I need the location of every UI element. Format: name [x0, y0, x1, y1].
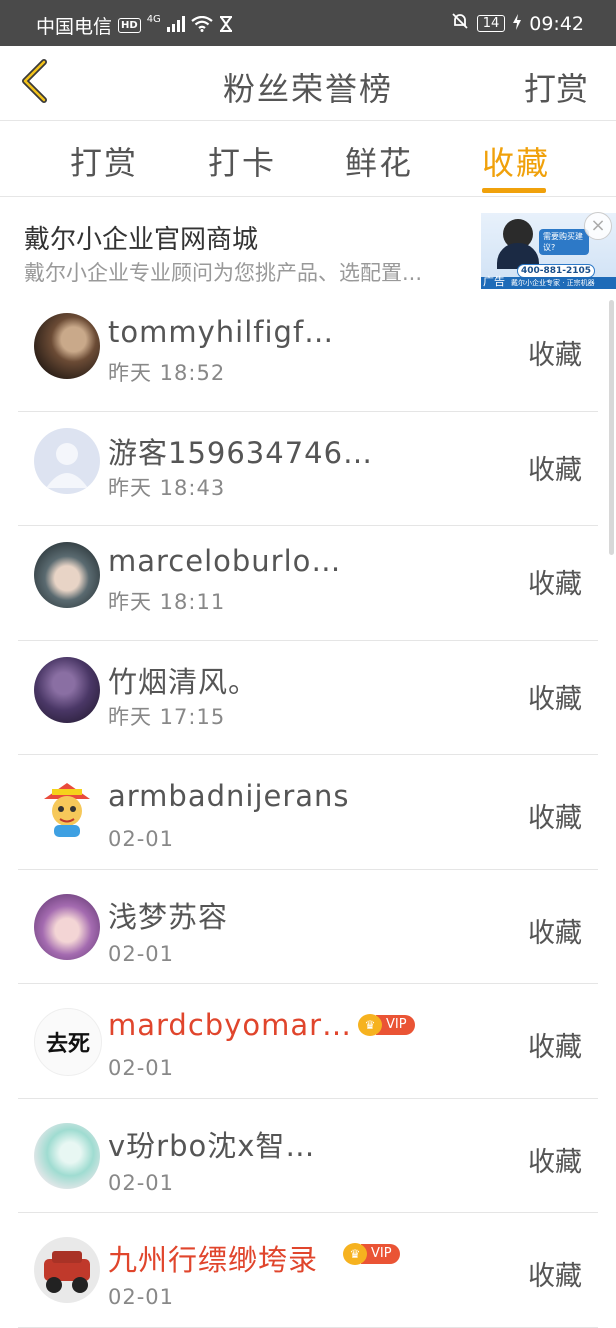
timestamp: 昨天 17:15 [108, 704, 226, 729]
list-item[interactable]: 九州行缥缈垮录 ♛ VIP 02-01 收藏 [0, 1213, 616, 1328]
ad-banner[interactable]: 戴尔小企业官网商城 戴尔小企业专业顾问为您挑产品、选配置... 需要购买建议? … [0, 197, 616, 297]
nav-bar: 粉丝荣誉榜 打赏 [0, 46, 616, 121]
username[interactable]: armbadnijerans [108, 779, 350, 813]
carrier-label: 中国电信 [36, 16, 113, 38]
avatar[interactable] [34, 777, 100, 843]
charging-icon [513, 13, 522, 35]
timestamp: 02-01 [108, 1056, 175, 1080]
action-label: 收藏 [528, 803, 582, 834]
battery-indicator: 14 [476, 15, 506, 32]
status-right: 14 09:42 [451, 12, 584, 35]
avatar[interactable] [34, 313, 100, 379]
favorites-list: tommyhilfigf… 昨天 18:52 收藏 游客159634746… 昨… [0, 297, 616, 1328]
active-tab-indicator [482, 188, 546, 193]
avatar[interactable] [34, 1122, 100, 1189]
avatar-text: 去死 [45, 1032, 90, 1057]
ad-description: 戴尔小企业专业顾问为您挑产品、选配置... [24, 261, 423, 285]
timestamp: 昨天 18:11 [108, 590, 226, 614]
default-person-icon [46, 442, 88, 488]
list-item[interactable]: 去死 mardcbyomar… ♛ VIP 02-01 收藏 [0, 984, 616, 1099]
timestamp: 02-01 [108, 941, 175, 966]
avatar[interactable] [34, 1237, 100, 1303]
vip-badge: ♛ VIP [343, 1243, 400, 1265]
action-label: 收藏 [528, 1261, 582, 1292]
list-item[interactable]: 浅梦苏容 02-01 收藏 [0, 870, 616, 985]
ad-phone: 400-881-2105 [517, 264, 595, 278]
timestamp: 02-01 [108, 827, 175, 851]
action-label: 收藏 [528, 683, 582, 715]
username[interactable]: tommyhilfigf… [108, 315, 334, 349]
ad-mark: 广告 [483, 275, 505, 288]
username[interactable]: 竹烟清风。 [108, 659, 258, 701]
ad-bubble: 需要购买建议? [539, 229, 589, 255]
username[interactable]: 游客159634746… [108, 430, 373, 472]
clock: 09:42 [529, 12, 584, 35]
list-item[interactable]: tommyhilfigf… 昨天 18:52 收藏 [0, 297, 616, 412]
action-label: 收藏 [528, 1146, 582, 1178]
username[interactable]: marceloburlo… [108, 544, 341, 578]
action-label: 收藏 [528, 1032, 582, 1063]
avatar[interactable] [34, 656, 100, 723]
hourglass-icon [219, 15, 233, 37]
action-label: 收藏 [528, 340, 582, 371]
tab-flowers[interactable]: 鲜花 [345, 138, 413, 184]
vip-badge: ♛ VIP [358, 1014, 415, 1036]
close-icon: × [590, 215, 606, 236]
timestamp: 02-01 [108, 1170, 175, 1195]
tab-checkin[interactable]: 打卡 [208, 138, 276, 184]
status-bar: 中国电信 HD 4G 14 09:42 [0, 0, 616, 46]
list-item[interactable]: v玢rbo沈x智… 02-01 收藏 [0, 1099, 616, 1214]
username[interactable]: 九州行缥缈垮录 [108, 1237, 318, 1279]
action-label: 收藏 [528, 917, 582, 949]
list-item[interactable]: armbadnijerans 02-01 收藏 [0, 755, 616, 870]
list-item[interactable]: 竹烟清风。 昨天 17:15 收藏 [0, 641, 616, 756]
tip-button[interactable]: 打赏 [524, 64, 588, 110]
mute-bell-icon [451, 12, 469, 35]
hd-icon: HD [118, 18, 141, 33]
action-label: 收藏 [528, 569, 582, 600]
status-left: 中国电信 HD 4G [36, 12, 233, 39]
avatar[interactable] [34, 893, 100, 960]
ad-title: 戴尔小企业官网商城 [24, 225, 259, 255]
username[interactable]: v玢rbo沈x智… [108, 1123, 315, 1165]
list-item[interactable]: 游客159634746… 昨天 18:43 收藏 [0, 412, 616, 527]
wifi-icon [191, 15, 213, 37]
tab-tip[interactable]: 打赏 [70, 138, 138, 184]
crown-icon: ♛ [358, 1014, 382, 1036]
tab-bar: 打赏 打卡 鲜花 收藏 [0, 120, 616, 197]
car-icon [44, 1251, 90, 1293]
list-item[interactable]: marceloburlo… 昨天 18:11 收藏 [0, 526, 616, 641]
ad-close-button[interactable]: × [584, 212, 612, 240]
avatar[interactable] [34, 427, 100, 494]
cartoon-character-icon [44, 783, 90, 837]
username[interactable]: mardcbyomar… [108, 1008, 352, 1042]
signal-icon [166, 15, 185, 37]
crown-icon: ♛ [343, 1243, 367, 1265]
action-label: 收藏 [528, 454, 582, 486]
avatar[interactable]: 去死 [34, 1008, 102, 1076]
avatar[interactable] [34, 542, 100, 608]
scrollbar[interactable] [609, 300, 614, 555]
timestamp: 02-01 [108, 1285, 175, 1309]
username[interactable]: 浅梦苏容 [108, 894, 228, 936]
network-type: 4G [146, 14, 161, 25]
timestamp: 昨天 18:43 [108, 475, 226, 500]
timestamp: 昨天 18:52 [108, 361, 226, 385]
tab-favorites[interactable]: 收藏 [482, 138, 550, 184]
